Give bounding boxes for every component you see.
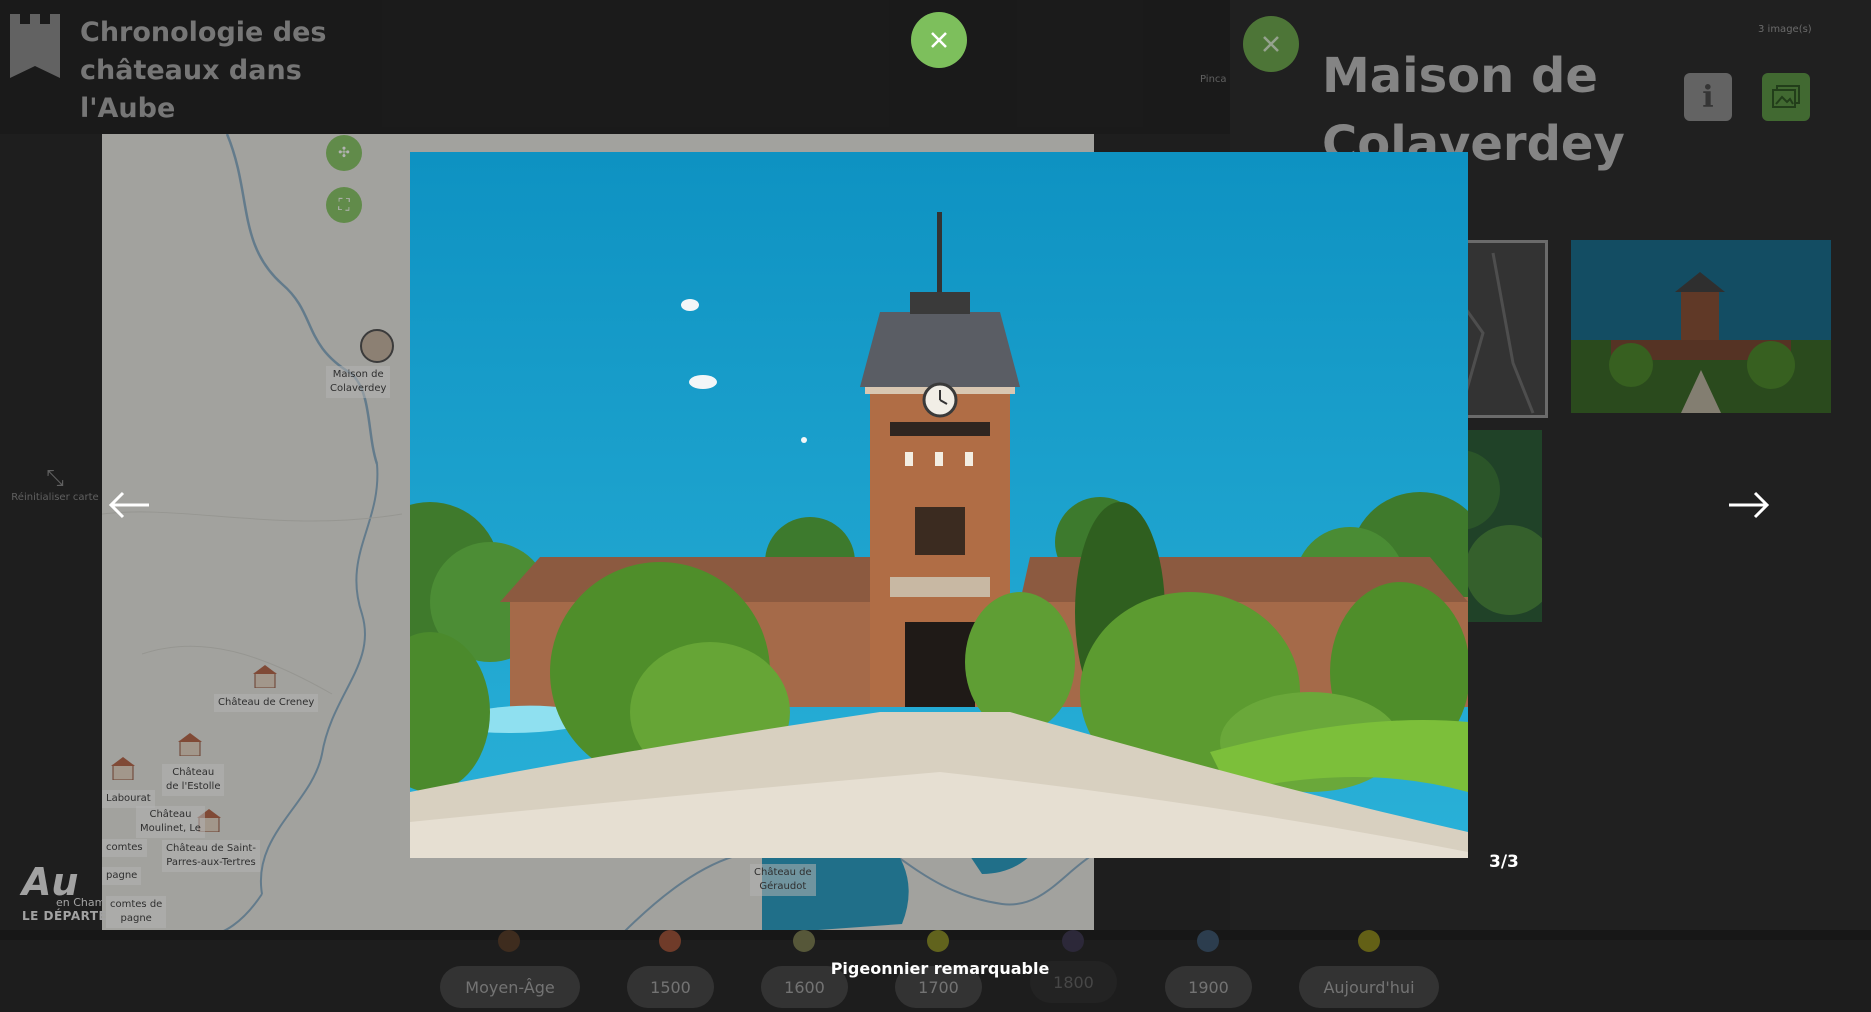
image-counter: 3/3 (1489, 852, 1519, 872)
lightbox-image (410, 152, 1468, 858)
previous-arrow-icon[interactable] (105, 488, 153, 522)
close-icon (931, 32, 947, 48)
close-lightbox-button[interactable] (911, 12, 967, 68)
image-caption: Pigeonnier remarquable (830, 959, 1050, 978)
pigeonnier-photo (410, 152, 1468, 858)
next-arrow-icon[interactable] (1725, 488, 1773, 522)
